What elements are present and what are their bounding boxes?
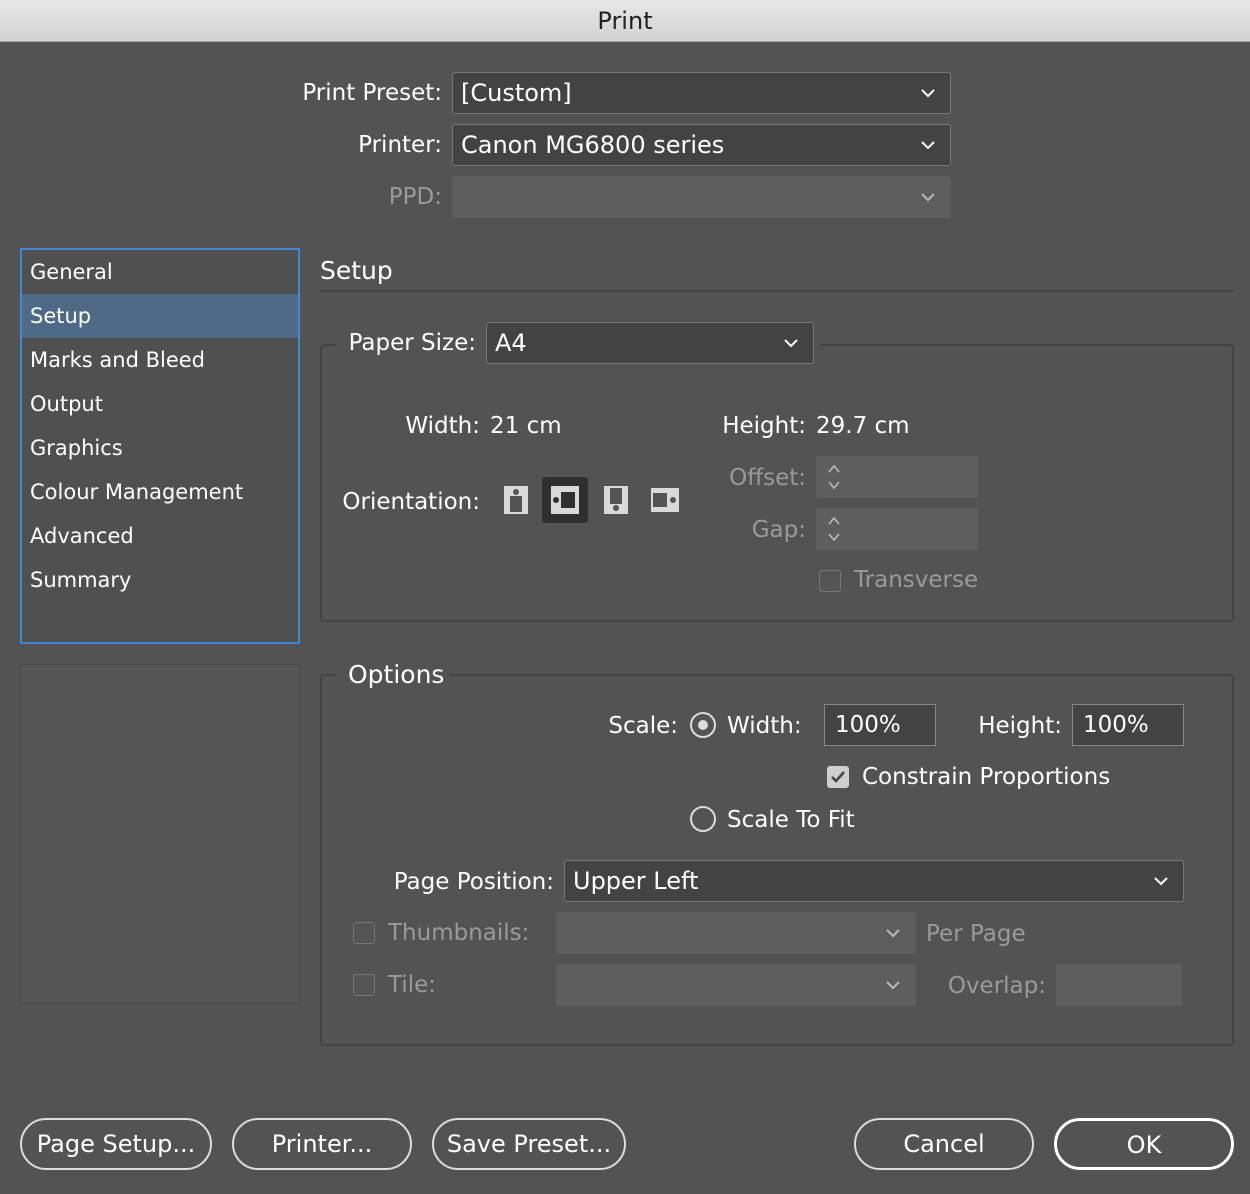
- height-value: 29.7 cm: [816, 413, 910, 439]
- stepper-arrows-icon: [826, 461, 842, 493]
- thumbnails-checkbox: [353, 922, 375, 944]
- printer-value: Canon MG6800 series: [461, 131, 725, 159]
- cancel-button[interactable]: Cancel: [854, 1118, 1034, 1170]
- printer-select[interactable]: Canon MG6800 series: [452, 124, 951, 166]
- per-page-label: Per Page: [926, 921, 1026, 947]
- landscape-icon[interactable]: [542, 477, 588, 523]
- reverse-portrait-icon[interactable]: [600, 484, 632, 516]
- scale-height-input[interactable]: 100%: [1072, 704, 1184, 746]
- print-preset-value: [Custom]: [461, 79, 572, 107]
- scale-width-label: Width:: [727, 713, 802, 739]
- sidebar-item-marks-and-bleed[interactable]: Marks and Bleed: [22, 338, 298, 382]
- reverse-landscape-icon[interactable]: [649, 484, 681, 516]
- section-title-setup: Setup: [320, 256, 393, 285]
- sidebar-item-graphics[interactable]: Graphics: [22, 426, 298, 470]
- height-label: Height:: [722, 413, 806, 439]
- width-value: 21 cm: [490, 413, 562, 439]
- offset-stepper: [816, 456, 978, 498]
- scale-width-radio[interactable]: [690, 712, 716, 738]
- window-title: Print: [0, 0, 1250, 42]
- printer-label: Printer:: [358, 132, 442, 158]
- page-position-label: Page Position:: [393, 869, 554, 895]
- transverse-label: Transverse: [854, 567, 979, 593]
- scale-to-fit-label: Scale To Fit: [727, 807, 855, 833]
- chevron-down-icon: [920, 189, 936, 205]
- sidebar-item-summary[interactable]: Summary: [22, 558, 298, 602]
- section-divider: [320, 290, 1234, 292]
- ppd-select: [452, 176, 951, 218]
- constrain-proportions-label: Constrain Proportions: [862, 764, 1111, 790]
- chevron-down-icon: [885, 925, 901, 941]
- scale-width-input[interactable]: 100%: [824, 704, 936, 746]
- scale-to-fit-radio[interactable]: [690, 806, 716, 832]
- chevron-down-icon: [885, 977, 901, 993]
- offset-label: Offset:: [729, 465, 806, 491]
- paper-size-label: Paper Size:: [348, 330, 476, 356]
- tile-label: Tile:: [388, 972, 437, 998]
- thumbnails-label: Thumbnails:: [388, 920, 530, 946]
- options-title: Options: [348, 660, 445, 689]
- chevron-down-icon: [783, 335, 799, 351]
- chevron-down-icon: [920, 137, 936, 153]
- save-preset-button[interactable]: Save Preset...: [432, 1118, 626, 1170]
- category-list[interactable]: General Setup Marks and Bleed Output Gra…: [20, 248, 300, 644]
- chevron-down-icon: [1153, 873, 1169, 889]
- sidebar-item-setup[interactable]: Setup: [22, 294, 298, 338]
- scale-label: Scale:: [608, 713, 678, 739]
- scale-height-label: Height:: [978, 713, 1062, 739]
- overlap-label: Overlap:: [947, 973, 1046, 999]
- sidebar-item-general[interactable]: General: [22, 250, 298, 294]
- page-position-value: Upper Left: [573, 867, 699, 895]
- orientation-label: Orientation:: [342, 489, 480, 515]
- overlap-input: [1056, 964, 1182, 1006]
- page-preview: [20, 664, 300, 1004]
- printer-button[interactable]: Printer...: [232, 1118, 412, 1170]
- gap-label: Gap:: [751, 517, 806, 543]
- chevron-down-icon: [920, 85, 936, 101]
- width-label: Width:: [405, 413, 480, 439]
- print-preset-select[interactable]: [Custom]: [452, 72, 951, 114]
- page-setup-button[interactable]: Page Setup...: [20, 1118, 212, 1170]
- portrait-icon[interactable]: [500, 484, 532, 516]
- print-preset-label: Print Preset:: [302, 80, 442, 106]
- sidebar-item-advanced[interactable]: Advanced: [22, 514, 298, 558]
- thumbnails-select: [556, 912, 916, 954]
- page-position-select[interactable]: Upper Left: [564, 860, 1184, 902]
- checkmark-icon: [831, 771, 845, 783]
- ppd-label: PPD:: [388, 184, 442, 210]
- paper-size-value: A4: [495, 329, 527, 357]
- tile-select: [556, 964, 916, 1006]
- ok-button[interactable]: OK: [1054, 1118, 1234, 1170]
- sidebar-item-colour-management[interactable]: Colour Management: [22, 470, 298, 514]
- transverse-checkbox: [819, 570, 841, 592]
- gap-stepper: [816, 508, 978, 550]
- constrain-proportions-checkbox[interactable]: [827, 766, 849, 788]
- paper-size-select[interactable]: A4: [486, 322, 814, 364]
- sidebar-item-output[interactable]: Output: [22, 382, 298, 426]
- stepper-arrows-icon: [826, 513, 842, 545]
- tile-checkbox: [353, 974, 375, 996]
